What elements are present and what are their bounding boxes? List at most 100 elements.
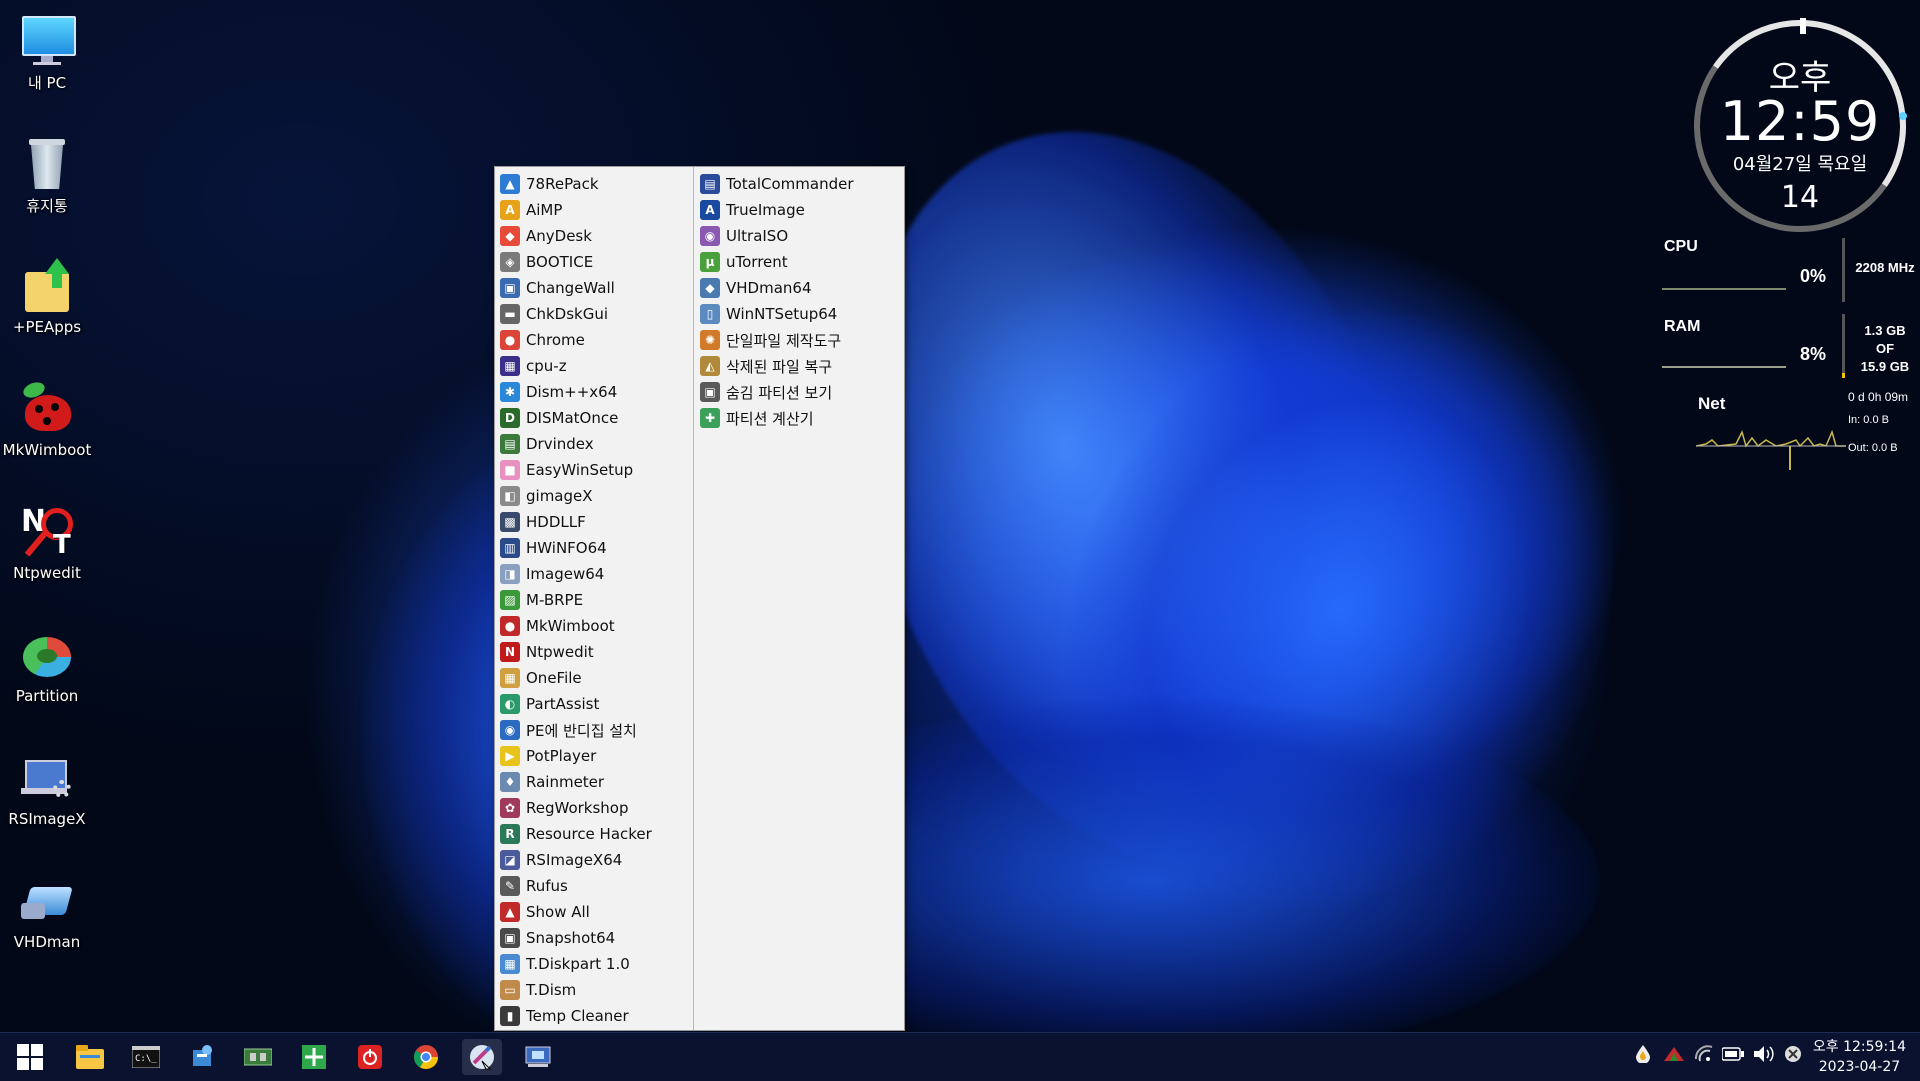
close-circle-icon[interactable] <box>1784 1045 1802 1068</box>
menu-item[interactable]: ✺ 단일파일 제작도구 <box>695 327 904 353</box>
menu-item[interactable]: ◭ 삭제된 파일 복구 <box>695 353 904 379</box>
desktop-icon-my-pc[interactable]: 내 PC <box>0 4 94 93</box>
volume-icon[interactable] <box>1752 1045 1774 1068</box>
vhd-tool-icon <box>525 1046 551 1067</box>
desktop-icon-partition[interactable]: Partition <box>0 619 94 705</box>
menu-item[interactable]: ▮ Temp Cleaner <box>495 1003 693 1029</box>
menu-item[interactable]: ▬ ChkDskGui <box>495 301 693 327</box>
menu-item[interactable]: ▨ M-BRPE <box>495 587 693 613</box>
menu-item-label: gimageX <box>526 487 593 505</box>
menu-item[interactable]: ▤ TotalCommander <box>695 171 904 197</box>
menu-item[interactable]: ✿ RegWorkshop <box>495 795 693 821</box>
taskbar-clock[interactable]: 오후 12:59:14 2023-04-27 <box>1813 1037 1906 1077</box>
taskbar-network-app[interactable] <box>182 1039 222 1075</box>
menu-item[interactable]: ▥ HWiNFO64 <box>495 535 693 561</box>
desktop-icon-label: Partition <box>15 687 79 705</box>
svg-text:C:\_: C:\_ <box>135 1054 157 1064</box>
desktop-icon-vhdman[interactable]: VHDman <box>0 865 94 951</box>
app-icon: ▣ <box>500 928 520 948</box>
menu-item-label: HDDLLF <box>526 513 586 531</box>
menu-item[interactable]: ◉ UltraISO <box>695 223 904 249</box>
menu-item-label: Dism++x64 <box>526 383 618 401</box>
taskbar-chrome[interactable] <box>406 1039 446 1075</box>
menu-item[interactable]: ◈ BOOTICE <box>495 249 693 275</box>
menu-item[interactable]: µ uTorrent <box>695 249 904 275</box>
desktop-icon-ntpwedit[interactable]: N T Ntpwedit <box>0 496 94 582</box>
tray-drop-icon[interactable] <box>1636 1045 1650 1068</box>
menu-item[interactable]: ▲ Show All <box>495 899 693 925</box>
app-icon: ▤ <box>500 434 520 454</box>
desktop-icon-rsimagex[interactable]: RSImageX <box>0 742 94 828</box>
app-icon: ✱ <box>500 382 520 402</box>
menu-item[interactable]: ✎ Rufus <box>495 873 693 899</box>
menu-item[interactable]: ▲ 78RePack <box>495 171 693 197</box>
menu-item[interactable]: ✚ 파티션 계산기 <box>695 405 904 431</box>
menu-item[interactable]: A TrueImage <box>695 197 904 223</box>
menu-item-label: T.Diskpart 1.0 <box>526 955 630 973</box>
ram-usage: 1.3 GB OF 15.9 GB <box>1860 323 1910 374</box>
taskbar-date: 2023-04-27 <box>1818 1059 1901 1075</box>
taskbar-terminal[interactable]: C:\_ <box>126 1039 166 1075</box>
chrome-icon <box>414 1045 438 1070</box>
menu-item[interactable]: ▤ Drvindex <box>495 431 693 457</box>
terminal-icon: C:\_ <box>132 1046 160 1068</box>
desktop-icon-recycle-bin[interactable]: 휴지통 <box>0 127 94 216</box>
app-icon: ● <box>500 616 520 636</box>
menu-item[interactable]: ▦ cpu-z <box>495 353 693 379</box>
app-icon: ▦ <box>500 668 520 688</box>
app-icon: ▨ <box>500 590 520 610</box>
app-icon: ▩ <box>500 512 520 532</box>
app-icon: A <box>500 200 520 220</box>
menu-item[interactable]: ◆ VHDman64 <box>695 275 904 301</box>
taskbar-power[interactable] <box>350 1039 390 1075</box>
menu-item-label: TrueImage <box>726 201 805 219</box>
menu-item[interactable]: ▶ PotPlayer <box>495 743 693 769</box>
menu-item[interactable]: ♦ Rainmeter <box>495 769 693 795</box>
menu-item[interactable]: ▦ OneFile <box>495 665 693 691</box>
taskbar-launcher[interactable] <box>462 1039 502 1075</box>
menu-item[interactable]: ✱ Dism++x64 <box>495 379 693 405</box>
menu-item[interactable]: A AiMP <box>495 197 693 223</box>
taskbar-vhd-tool[interactable] <box>518 1039 558 1075</box>
power-icon <box>358 1045 382 1069</box>
desktop-icon-mkwimboot[interactable]: MkWimboot <box>0 373 94 459</box>
start-icon <box>17 1044 43 1070</box>
cpu-frequency: 2208 MHz <box>1855 260 1915 275</box>
menu-item[interactable]: ▣ 숨김 파티션 보기 <box>695 379 904 405</box>
menu-item[interactable]: ▩ HDDLLF <box>495 509 693 535</box>
menu-item[interactable]: ● Chrome <box>495 327 693 353</box>
menu-item[interactable]: D DISMatOnce <box>495 405 693 431</box>
tray-app-icon[interactable] <box>1664 1045 1684 1068</box>
menu-item[interactable]: ▯ WinNTSetup64 <box>695 301 904 327</box>
menu-item[interactable]: N Ntpwedit <box>495 639 693 665</box>
menu-item[interactable]: ▣ ChangeWall <box>495 275 693 301</box>
battery-icon[interactable] <box>1721 1045 1744 1066</box>
taskbar-hardware[interactable] <box>238 1039 278 1075</box>
taskbar-file-explorer[interactable] <box>70 1039 110 1075</box>
menu-item[interactable]: ◆ AnyDesk <box>495 223 693 249</box>
menu-item-label: M-BRPE <box>526 591 584 609</box>
menu-item[interactable]: ◪ RSImageX64 <box>495 847 693 873</box>
folder-arrow-icon <box>19 258 75 314</box>
menu-item[interactable]: ● MkWimboot <box>495 613 693 639</box>
menu-item[interactable]: ■ EasyWinSetup <box>495 457 693 483</box>
menu-item[interactable]: ◐ PartAssist <box>495 691 693 717</box>
wifi-icon[interactable] <box>1694 1045 1714 1068</box>
desktop-icon-peapps[interactable]: +PEApps <box>0 250 94 336</box>
menu-item-label: UltraISO <box>726 227 789 245</box>
taskbar-spreadsheet[interactable] <box>294 1039 334 1075</box>
menu-item[interactable]: ◧ gimageX <box>495 483 693 509</box>
menu-item-label: Resource Hacker <box>526 825 652 843</box>
menu-item[interactable]: ▭ T.Dism <box>495 977 693 1003</box>
disk-icon <box>19 627 75 683</box>
menu-item-label: AnyDesk <box>526 227 592 245</box>
menu-item[interactable]: ▦ T.Diskpart 1.0 <box>495 951 693 977</box>
menu-item[interactable]: ◨ Imagew64 <box>495 561 693 587</box>
app-icon: ◪ <box>500 850 520 870</box>
menu-item-label: uTorrent <box>726 253 788 271</box>
menu-item[interactable]: ▣ Snapshot64 <box>495 925 693 951</box>
start-button[interactable] <box>10 1039 50 1075</box>
menu-item[interactable]: R Resource Hacker <box>495 821 693 847</box>
menu-item-label: Chrome <box>526 331 585 349</box>
menu-item[interactable]: ◉ PE에 반디집 설치 <box>495 717 693 743</box>
